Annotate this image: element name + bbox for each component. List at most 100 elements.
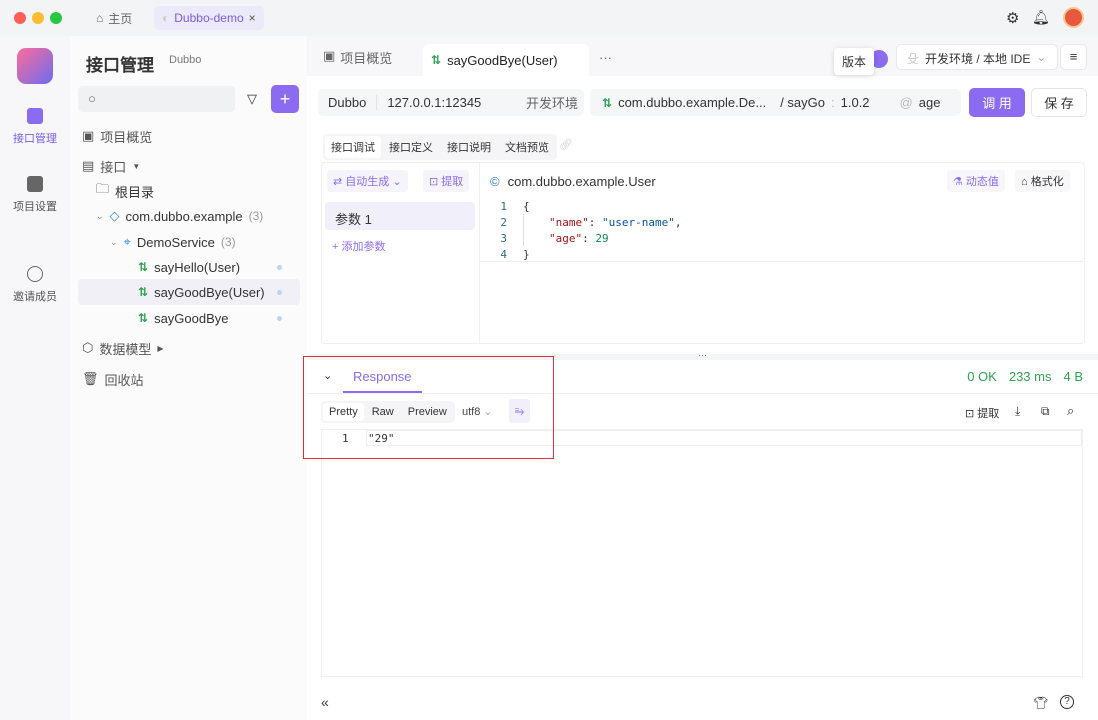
subtab-doc-preview[interactable]: 文档预览: [499, 136, 555, 158]
caret-down-icon: ▼: [132, 161, 141, 171]
status-dot: [277, 289, 282, 295]
minimize-window-button[interactable]: [32, 12, 44, 24]
chevron-down-icon: ⌄: [110, 236, 118, 247]
more-tabs-button[interactable]: ···: [599, 50, 612, 65]
service-bar[interactable]: ⇅ com.dubbo.example.De... / sayGo :1.0.2…: [590, 89, 961, 116]
layout-icon: ▣: [82, 128, 95, 143]
maximize-window-button[interactable]: [50, 12, 62, 24]
status-dot: [277, 264, 282, 270]
home-tab-label: 主页: [108, 11, 133, 26]
nav-data-model[interactable]: ⬡ 数据模型 ▶: [82, 336, 164, 360]
layout-icon: ▣: [323, 48, 336, 63]
method-icon: ⇅: [602, 95, 613, 110]
search-input[interactable]: ○: [78, 86, 235, 112]
tab-active-method[interactable]: ⇅ sayGoodBye(User): [423, 44, 589, 76]
tab-label: 项目概览: [340, 51, 393, 66]
method-icon: ⇅: [138, 285, 149, 299]
search-icon: ○: [88, 91, 96, 106]
plus-icon: +: [279, 88, 291, 109]
param-tab-1[interactable]: 参数 1: [325, 202, 475, 230]
help-icon[interactable]: ?: [1060, 695, 1074, 709]
nav-label: 数据模型: [99, 341, 152, 357]
protocol-select[interactable]: Dubbo: [318, 95, 378, 110]
service-icon: ⌖: [123, 234, 131, 249]
json-editor[interactable]: 1{ 2 "name": "user-name", 3 "age": 29 4}: [479, 198, 1083, 262]
extract-button[interactable]: ⊡ 提取: [423, 170, 470, 192]
class-header: © com.dubbo.example.User: [490, 174, 656, 189]
nav-trash[interactable]: 🗑︎ 回收站: [82, 367, 144, 391]
main-panel: ▣ 项目概览 ⇅ sayGoodBye(User) ··· 版本 ⽎开发环境 / 本…: [303, 36, 1098, 720]
response-body[interactable]: 1 "29": [321, 429, 1083, 677]
tree-method[interactable]: ⇅ sayHello(User): [138, 255, 298, 279]
save-button[interactable]: 保 存: [1031, 88, 1087, 117]
avatar[interactable]: [1063, 7, 1084, 28]
filter-icon: ▽: [247, 91, 257, 106]
caret-right-icon: ▶: [157, 343, 164, 353]
rail-item-api-management[interactable]: 接口管理: [0, 108, 70, 146]
filter-button[interactable]: ▽: [238, 86, 266, 112]
download-icon[interactable]: ⤓: [1015, 404, 1020, 419]
version-value[interactable]: 1.0.2: [841, 95, 870, 110]
env-icon: ⽎: [907, 52, 920, 66]
tree-label: DemoService: [136, 234, 215, 250]
add-button[interactable]: +: [271, 85, 299, 113]
status-dot: [277, 315, 282, 321]
home-tab[interactable]: ⌂ 主页: [88, 6, 140, 30]
tree-label: 根目录: [115, 184, 155, 200]
rail-item-project-settings[interactable]: 项目设置: [0, 176, 70, 214]
subtab-description[interactable]: 接口说明: [441, 136, 497, 158]
close-window-button[interactable]: [14, 12, 26, 24]
tab-label: sayGoodBye(User): [447, 53, 558, 68]
chevron-down-icon: ⌄: [96, 210, 104, 221]
close-tab-icon[interactable]: ×: [249, 11, 256, 25]
project-tab-label: Dubbo-demo: [174, 11, 244, 25]
extract-response-button[interactable]: ⊡ 提取: [965, 405, 999, 421]
class-name: com.dubbo.example.User: [507, 174, 656, 189]
tree-label: sayHello(User): [154, 259, 241, 275]
rail-label: 接口管理: [13, 133, 57, 145]
collapse-sidebar-icon[interactable]: «: [321, 694, 329, 710]
search-icon[interactable]: ⌕: [1067, 403, 1074, 419]
tree-service[interactable]: ⌄ ⌖ DemoService (3): [110, 230, 236, 254]
home-icon: ⌂: [96, 11, 104, 25]
dynamic-value-button[interactable]: ⚗ 动态值: [947, 170, 1005, 192]
nav-interfaces[interactable]: ▤ 接口 ▼: [82, 154, 140, 178]
subtab-debug[interactable]: 接口调试: [325, 136, 381, 158]
class-icon: ©: [490, 174, 500, 189]
group-value[interactable]: age: [919, 95, 941, 110]
nav-label: 项目概览: [100, 129, 153, 145]
address-input[interactable]: 127.0.0.1:12345: [377, 95, 491, 110]
nav-overview[interactable]: ▣ 项目概览: [82, 124, 152, 148]
hamburger-icon: ≡: [1069, 49, 1078, 64]
tab-overview[interactable]: ▣ 项目概览: [323, 48, 392, 67]
nav-label: 接口: [100, 159, 127, 175]
api-icon: [27, 108, 43, 124]
copy-icon[interactable]: ⧉: [1041, 404, 1050, 419]
environment-selector[interactable]: ⽎开发环境 / 本地 IDE ⌄: [896, 44, 1058, 70]
invoke-button[interactable]: 调 用: [969, 88, 1025, 117]
settings-icon[interactable]: ⚙: [1006, 9, 1019, 27]
auto-generate-button[interactable]: ⇄ 自动生成 ⌄: [327, 170, 408, 192]
tree-method-selected[interactable]: ⇅ sayGoodBye(User): [138, 280, 298, 304]
rail-item-invite-members[interactable]: 邀请成员: [0, 266, 70, 304]
shirt-icon[interactable]: 👕︎: [1033, 696, 1048, 710]
button-label: 提取: [977, 408, 1000, 420]
status-code: 0 OK: [967, 369, 997, 384]
env-label: 开发环境: [525, 96, 578, 111]
at-icon: @: [899, 95, 913, 110]
tree-root-folder[interactable]: 🗀 根目录: [96, 179, 154, 203]
link-icon[interactable]: 🔗︎: [559, 138, 573, 151]
package-icon: ◇: [109, 208, 120, 223]
menu-button[interactable]: ≡: [1060, 44, 1087, 70]
project-tab[interactable]: ◐ Dubbo-demo ×: [154, 6, 264, 30]
bell-icon[interactable]: 🔔︎: [1032, 9, 1050, 26]
chevron-down-icon: ⌄: [1036, 50, 1047, 64]
tree-package[interactable]: ⌄ ◇ com.dubbo.example (3): [96, 204, 263, 228]
add-param-button[interactable]: + 添加参数: [332, 238, 385, 254]
button-label: 提取: [441, 176, 464, 188]
subtab-definition[interactable]: 接口定义: [383, 136, 439, 158]
format-button[interactable]: ⌂ 格式化: [1015, 170, 1070, 192]
tree-method[interactable]: ⇅ sayGoodBye: [138, 306, 298, 330]
tree-label: com.dubbo.example: [125, 208, 243, 224]
tree-count: (3): [248, 209, 264, 223]
